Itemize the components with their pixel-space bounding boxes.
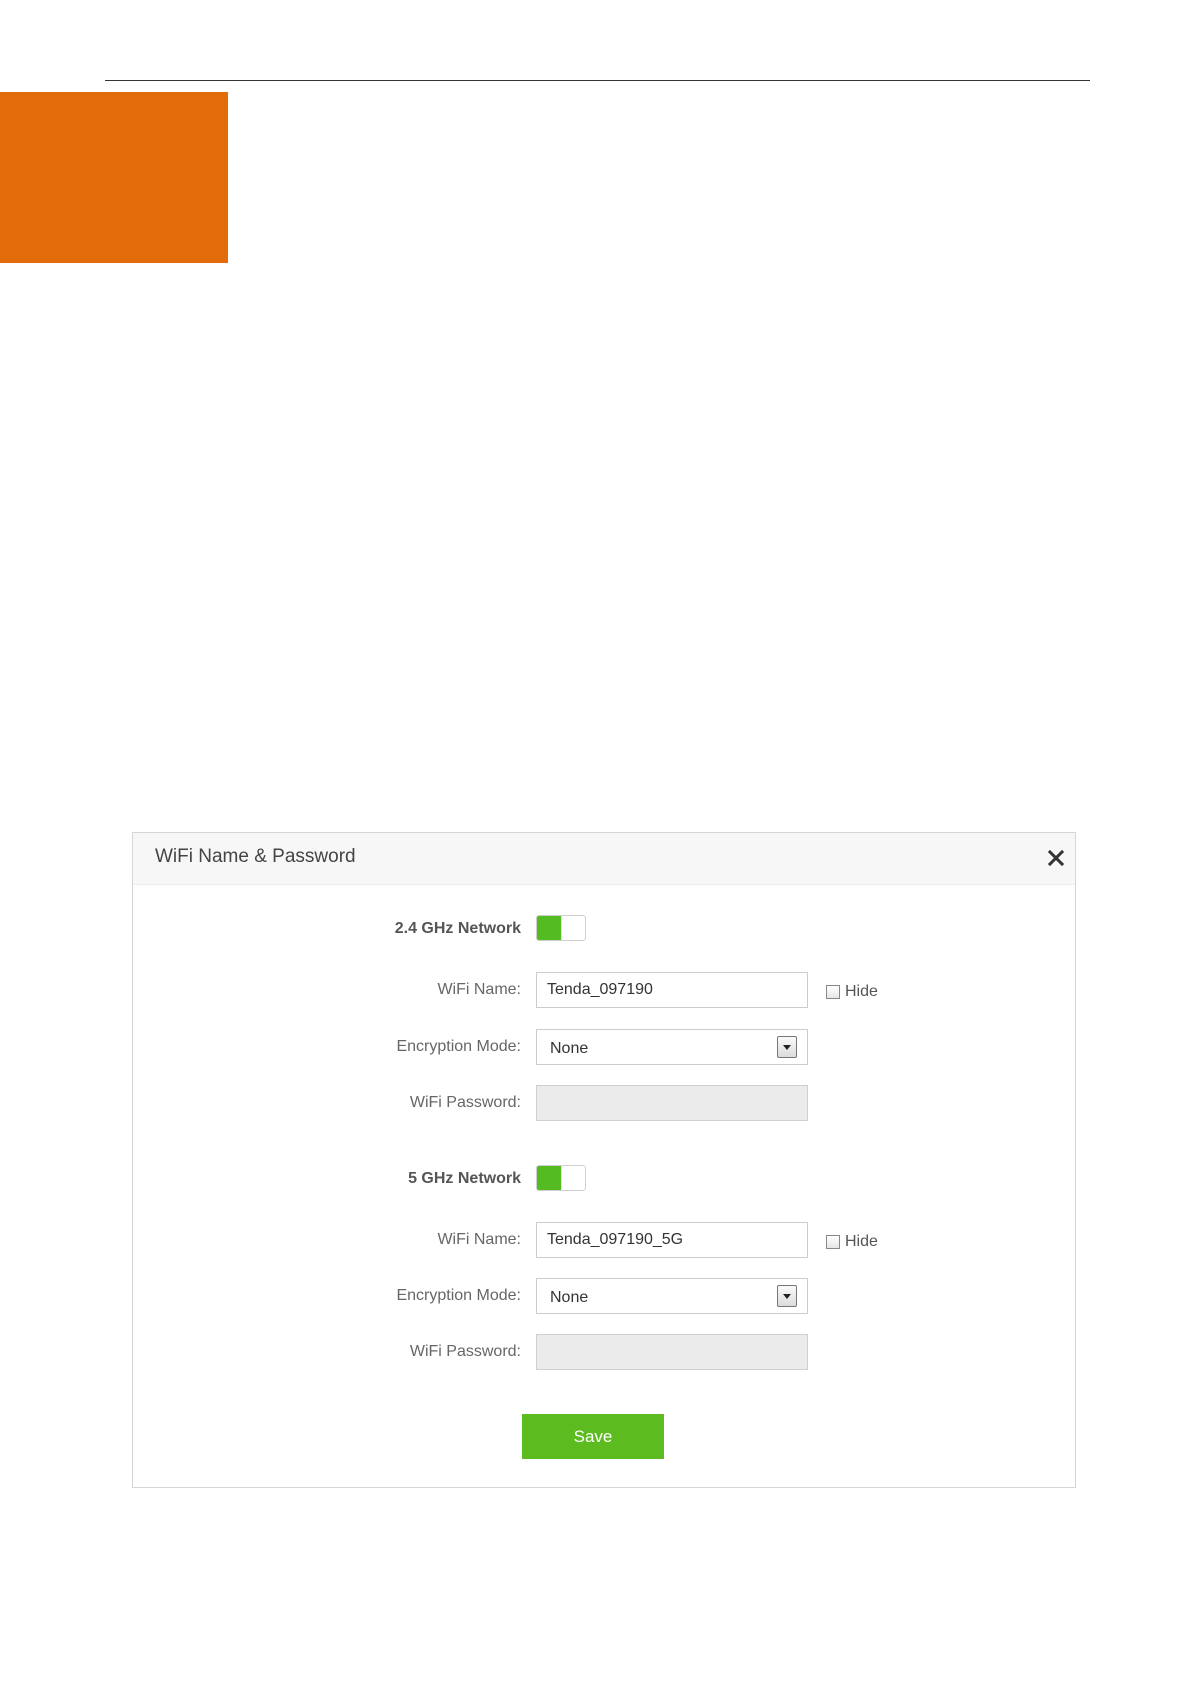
toggle-on-fill — [537, 916, 561, 940]
dialog-header: WiFi Name & Password — [133, 833, 1075, 885]
wifi-password-label: WiFi Password: — [409, 1343, 521, 1360]
network-5-password-input — [536, 1334, 808, 1370]
network-24-hide-checkbox[interactable]: Hide — [826, 983, 878, 1001]
network-5-hide-checkbox[interactable]: Hide — [826, 1233, 878, 1251]
wifi-name-label: WiFi Name: — [437, 981, 521, 998]
close-icon[interactable] — [1043, 845, 1069, 871]
network-24-label: 2.4 GHz Network — [394, 920, 521, 937]
encryption-mode-label: Encryption Mode: — [396, 1287, 521, 1304]
select-value: None — [550, 1040, 589, 1057]
network-5-toggle[interactable] — [536, 1165, 586, 1191]
network-24-encryption-select[interactable]: None — [536, 1029, 808, 1065]
network-5-label: 5 GHz Network — [408, 1170, 521, 1187]
network-5-encryption-select[interactable]: None — [536, 1278, 808, 1314]
toggle-knob — [561, 916, 562, 940]
encryption-mode-label: Encryption Mode: — [396, 1038, 521, 1055]
wifi-password-label: WiFi Password: — [409, 1094, 521, 1111]
chevron-down-icon[interactable] — [777, 1036, 797, 1058]
select-value: None — [550, 1289, 589, 1306]
dialog-title: WiFi Name & Password — [155, 846, 356, 867]
network-24-wifi-name-input[interactable] — [536, 972, 808, 1008]
hide-label: Hide — [845, 1233, 878, 1250]
header-rule — [105, 80, 1090, 81]
network-5-wifi-name-input[interactable] — [536, 1222, 808, 1258]
chevron-down-icon[interactable] — [777, 1285, 797, 1307]
wifi-name-label: WiFi Name: — [437, 1231, 521, 1248]
chapter-tab-block — [0, 92, 228, 263]
checkbox-box[interactable] — [826, 985, 840, 999]
toggle-on-fill — [537, 1166, 561, 1190]
toggle-knob — [561, 1166, 562, 1190]
checkbox-box[interactable] — [826, 1235, 840, 1249]
hide-label: Hide — [845, 983, 878, 1000]
network-24-password-input — [536, 1085, 808, 1121]
wifi-settings-dialog: WiFi Name & Password 2.4 GHz Network WiF… — [132, 832, 1076, 1488]
save-button[interactable]: Save — [522, 1414, 664, 1459]
network-24-toggle[interactable] — [536, 915, 586, 941]
